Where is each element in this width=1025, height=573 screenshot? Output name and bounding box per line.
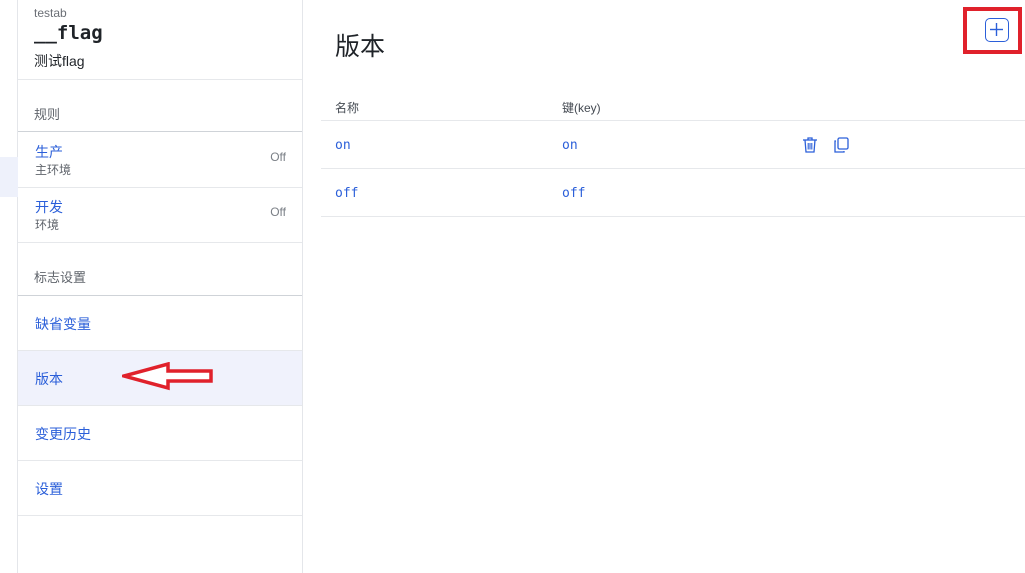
divider — [18, 515, 302, 516]
divider — [18, 242, 302, 243]
nav-item-default-variation[interactable]: 缺省变量 — [18, 296, 302, 351]
trash-icon[interactable] — [801, 136, 819, 154]
env-name: 开发 — [35, 199, 63, 215]
divider — [18, 79, 302, 80]
project-name: testab — [34, 6, 67, 20]
nav-item-settings[interactable]: 设置 — [18, 461, 302, 516]
nav-item-change-history[interactable]: 变更历史 — [18, 406, 302, 461]
variation-key: off — [562, 186, 586, 201]
nav-label: 缺省变量 — [35, 316, 91, 332]
env-desc: 主环境 — [35, 163, 72, 177]
main-content: 版本 名称 键(key) on on off off — [303, 0, 1025, 573]
nav-label: 变更历史 — [35, 426, 91, 442]
left-arrow-annotation-icon — [122, 362, 213, 391]
nav-label: 版本 — [35, 371, 63, 387]
env-status: Off — [270, 205, 286, 219]
settings-section-title: 标志设置 — [34, 270, 87, 285]
app-left-strip — [0, 0, 18, 573]
highlight-annotation-box — [963, 7, 1022, 54]
variation-key: on — [562, 138, 578, 153]
env-item-development[interactable]: 开发 环境 Off — [18, 187, 302, 242]
flag-key: __flag — [34, 22, 103, 44]
rules-section-title: 规则 — [34, 107, 61, 122]
flag-name: 测试flag — [34, 53, 85, 69]
table-row: on on — [321, 121, 1025, 169]
table-row: off off — [321, 169, 1025, 217]
nav-label: 设置 — [35, 481, 63, 497]
page-title: 版本 — [335, 33, 386, 61]
copy-icon[interactable] — [832, 136, 850, 154]
env-desc: 环境 — [35, 218, 60, 232]
column-header-key: 键(key) — [562, 101, 601, 115]
flag-sidebar: testab __flag 测试flag 规则 生产 主环境 Off 开发 环境… — [18, 0, 303, 573]
env-status: Off — [270, 150, 286, 164]
column-header-name: 名称 — [335, 101, 360, 115]
variation-name: off — [335, 186, 359, 201]
env-name: 生产 — [35, 144, 63, 160]
left-strip-selection — [0, 157, 18, 197]
variation-name: on — [335, 138, 351, 153]
env-item-production[interactable]: 生产 主环境 Off — [18, 132, 302, 187]
